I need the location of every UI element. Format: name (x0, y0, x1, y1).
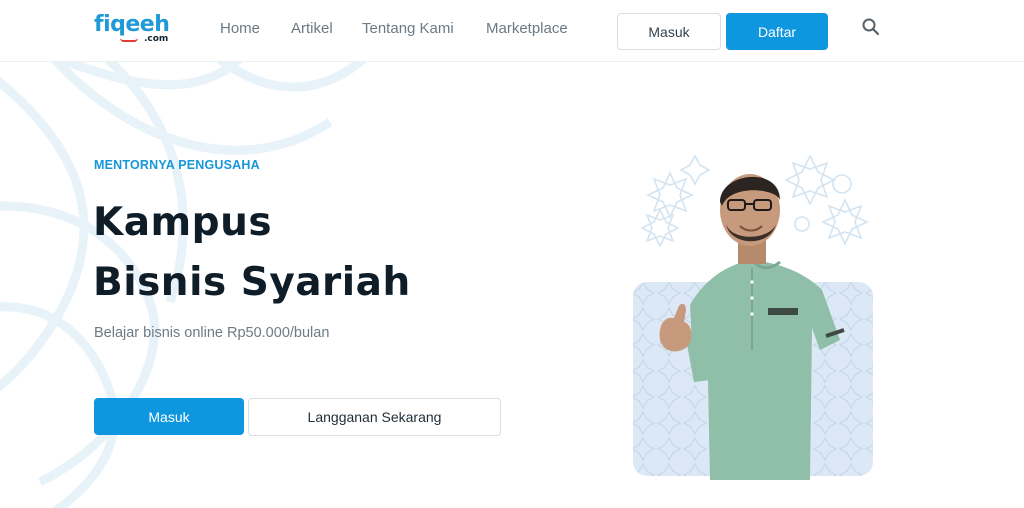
hero-title-line-1: Kampus (93, 200, 273, 245)
site-header: fiqeeh .com Home Artikel Tentang Kami Ma… (0, 0, 1024, 62)
hero-subtitle: Belajar bisnis online Rp50.000/bulan (94, 325, 330, 341)
login-button[interactable]: Masuk (617, 13, 721, 50)
mentor-photo (633, 154, 873, 480)
hero-eyebrow: MENTORNYA PENGUSAHA (94, 158, 260, 172)
search-icon[interactable] (860, 16, 882, 38)
nav-tentang-kami[interactable]: Tentang Kami (362, 20, 454, 37)
hero-title-line-2: Bisnis Syariah (93, 260, 411, 305)
nav-artikel[interactable]: Artikel (291, 20, 333, 37)
site-logo[interactable]: fiqeeh .com (94, 12, 174, 48)
logo-accent-mark (120, 38, 138, 42)
subscribe-button[interactable]: Langganan Sekarang (248, 398, 501, 436)
logo-domain: .com (144, 34, 169, 44)
nav-home[interactable]: Home (220, 20, 260, 37)
hero-login-button[interactable]: Masuk (94, 398, 244, 435)
register-button[interactable]: Daftar (726, 13, 828, 50)
nav-marketplace[interactable]: Marketplace (486, 20, 568, 37)
